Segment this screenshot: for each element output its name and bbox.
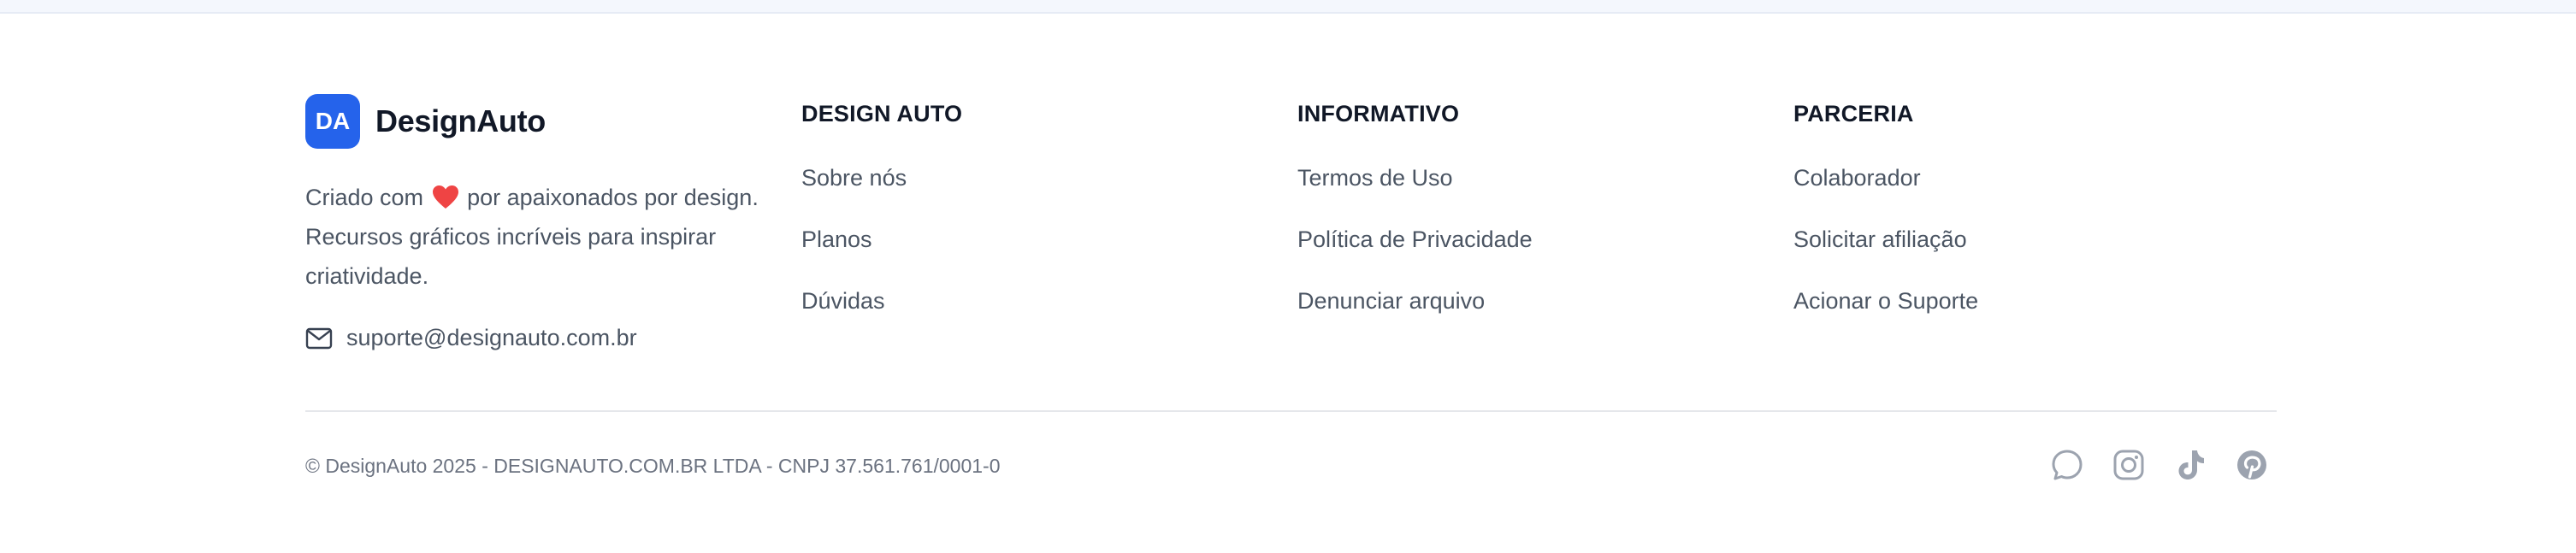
support-email[interactable]: suporte@designauto.com.br [305, 325, 637, 351]
link-acionar-suporte[interactable]: Acionar o Suporte [1793, 288, 1978, 315]
mail-icon [305, 327, 333, 349]
brand[interactable]: DA DesignAuto [305, 94, 546, 149]
footer-column-parceria: PARCERIA Colaborador Solicitar afiliação… [1793, 98, 1978, 314]
link-termos-de-uso[interactable]: Termos de Uso [1297, 165, 1453, 191]
link-sobre-nos[interactable]: Sobre nós [801, 165, 907, 191]
footer-divider [305, 410, 2277, 412]
social-links [2048, 446, 2271, 484]
footer-column-design-auto: DESIGN AUTO Sobre nós Planos Dúvidas [801, 98, 963, 314]
tiktok-icon[interactable] [2171, 446, 2209, 484]
top-band [0, 0, 2576, 14]
brand-desc-start: Criado com [305, 185, 424, 210]
heart-icon [432, 185, 458, 209]
whatsapp-icon[interactable] [2048, 446, 2086, 484]
link-planos[interactable]: Planos [801, 226, 872, 253]
column-title: PARCERIA [1793, 101, 1914, 126]
link-solicitar-afiliacao[interactable]: Solicitar afiliação [1793, 226, 1967, 253]
column-title: INFORMATIVO [1297, 101, 1460, 126]
brand-name: DesignAuto [375, 103, 546, 138]
link-colaborador[interactable]: Colaborador [1793, 165, 1921, 191]
brand-logo: DA [305, 94, 360, 149]
link-politica-de-privacidade[interactable]: Política de Privacidade [1297, 226, 1533, 253]
brand-description: Criado com por apaixonados por design. R… [305, 178, 784, 296]
link-denunciar-arquivo[interactable]: Denunciar arquivo [1297, 288, 1485, 315]
pinterest-icon[interactable] [2233, 446, 2271, 484]
email-text: suporte@designauto.com.br [346, 325, 637, 350]
footer-column-informativo: INFORMATIVO Termos de Uso Política de Pr… [1297, 98, 1533, 314]
copyright-text: © DesignAuto 2025 - DESIGNAUTO.COM.BR LT… [305, 455, 1001, 477]
column-title: DESIGN AUTO [801, 101, 963, 126]
instagram-icon[interactable] [2110, 446, 2148, 484]
link-duvidas[interactable]: Dúvidas [801, 288, 885, 315]
